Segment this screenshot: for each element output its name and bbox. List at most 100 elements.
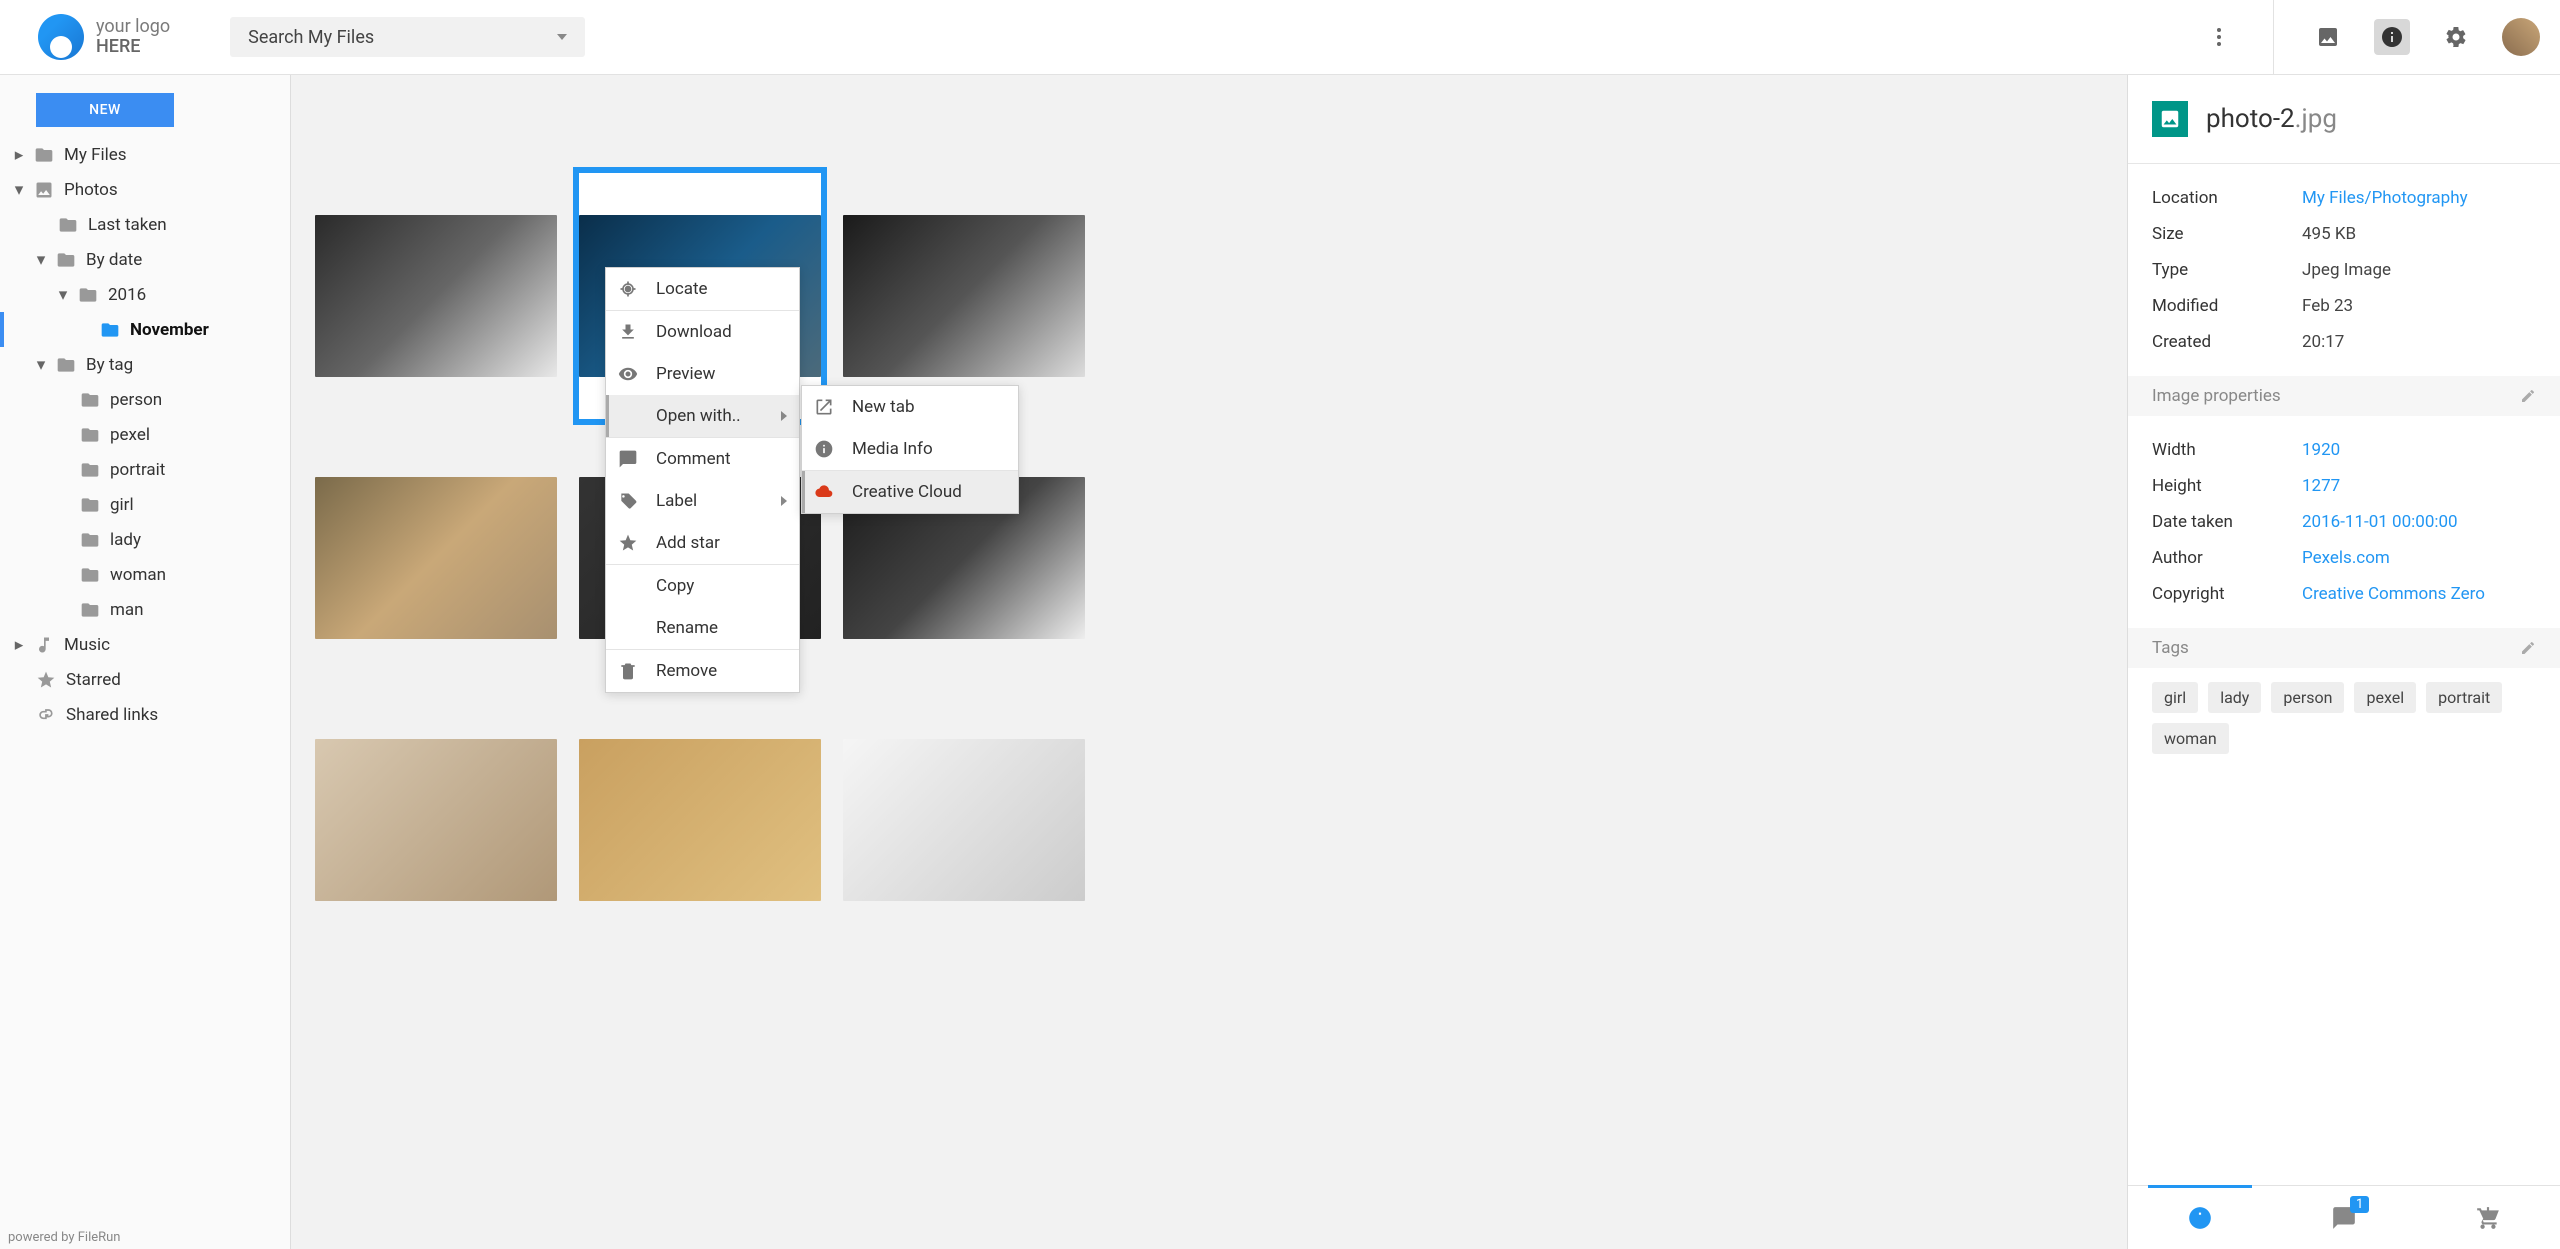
thumbnail[interactable]	[315, 477, 557, 639]
tab-cart[interactable]	[2416, 1186, 2560, 1249]
file-grid: Locate Download Preview Open with.. Comm…	[290, 75, 2128, 1249]
details-image-props: Width1920 Height1277 Date taken2016-11-0…	[2128, 416, 2560, 628]
sidebar-item-tag-person[interactable]: person	[0, 382, 290, 417]
submenu-new-tab[interactable]: New tab	[802, 386, 1018, 428]
creative-cloud-icon	[814, 482, 834, 502]
tag-chip[interactable]: woman	[2152, 723, 2229, 754]
sidebar-item-music[interactable]: ▸Music	[0, 627, 290, 662]
thumbnail[interactable]	[843, 739, 1085, 901]
sidebar-item-last-taken[interactable]: Last taken	[0, 207, 290, 242]
folder-icon	[34, 145, 54, 165]
menu-open-with[interactable]: Open with..	[606, 395, 799, 437]
tag-chip[interactable]: lady	[2208, 682, 2261, 713]
thumbnail[interactable]	[315, 215, 557, 377]
sidebar-item-my-files[interactable]: ▸My Files	[0, 137, 290, 172]
tab-comments[interactable]: 1	[2272, 1186, 2416, 1249]
image-icon	[34, 180, 54, 200]
folder-icon	[80, 495, 100, 515]
info-panel-button[interactable]	[2374, 19, 2410, 55]
folder-icon	[100, 320, 120, 340]
star-icon	[36, 670, 56, 690]
image-icon	[2316, 25, 2340, 49]
menu-copy[interactable]: Copy	[606, 565, 799, 607]
section-tags[interactable]: Tags	[2128, 628, 2560, 668]
file-type-icon	[2152, 101, 2188, 137]
submenu-creative-cloud[interactable]: Creative Cloud	[802, 471, 1018, 513]
search-input[interactable]: Search My Files	[230, 17, 585, 57]
image-view-button[interactable]	[2310, 19, 2346, 55]
folder-icon	[56, 355, 76, 375]
sidebar-item-tag-man[interactable]: man	[0, 592, 290, 627]
thumbnail[interactable]	[843, 215, 1085, 377]
sidebar-item-by-date[interactable]: ▾By date	[0, 242, 290, 277]
file-name: photo-2.jpg	[2206, 104, 2337, 134]
context-menu: Locate Download Preview Open with.. Comm…	[605, 267, 800, 693]
details-panel: photo-2.jpg LocationMy Files/Photography…	[2128, 75, 2560, 1249]
sidebar-item-tag-pexel[interactable]: pexel	[0, 417, 290, 452]
logo[interactable]: your logo HERE	[38, 14, 170, 60]
edit-icon[interactable]	[2520, 640, 2536, 656]
menu-rename[interactable]: Rename	[606, 607, 799, 649]
sidebar-item-starred[interactable]: Starred	[0, 662, 290, 697]
tag-chip[interactable]: pexel	[2354, 682, 2416, 713]
folder-icon	[58, 215, 78, 235]
music-icon	[34, 635, 54, 655]
sidebar-item-tag-woman[interactable]: woman	[0, 557, 290, 592]
external-link-icon	[814, 397, 834, 417]
comment-badge: 1	[2350, 1196, 2369, 1213]
details-tabs: 1	[2128, 1185, 2560, 1249]
folder-icon	[80, 460, 100, 480]
sidebar-item-tag-lady[interactable]: lady	[0, 522, 290, 557]
comment-icon	[618, 449, 638, 469]
sidebar-item-photos[interactable]: ▾Photos	[0, 172, 290, 207]
avatar[interactable]	[2502, 18, 2540, 56]
edit-icon[interactable]	[2520, 388, 2536, 404]
app-header: your logo HERE Search My Files	[0, 0, 2560, 75]
folder-icon	[80, 600, 100, 620]
context-submenu-open-with: New tab Media Info Creative Cloud	[801, 385, 1019, 514]
settings-button[interactable]	[2438, 19, 2474, 55]
trash-icon	[618, 661, 638, 681]
folder-icon	[80, 565, 100, 585]
tag-icon	[618, 491, 638, 511]
powered-by: powered by FileRun	[0, 1226, 290, 1249]
menu-preview[interactable]: Preview	[606, 353, 799, 395]
menu-download[interactable]: Download	[606, 311, 799, 353]
menu-locate[interactable]: Locate	[606, 268, 799, 310]
details-basic: LocationMy Files/Photography Size495 KB …	[2128, 164, 2560, 376]
chevron-right-icon	[781, 491, 787, 511]
tag-chip[interactable]: person	[2271, 682, 2344, 713]
menu-remove[interactable]: Remove	[606, 650, 799, 692]
submenu-media-info[interactable]: Media Info	[802, 428, 1018, 470]
gear-icon	[2444, 25, 2468, 49]
sidebar-item-tag-girl[interactable]: girl	[0, 487, 290, 522]
menu-comment[interactable]: Comment	[606, 438, 799, 480]
folder-icon	[78, 285, 98, 305]
logo-icon	[38, 14, 84, 60]
menu-label[interactable]: Label	[606, 480, 799, 522]
thumbnail[interactable]	[579, 739, 821, 901]
new-button[interactable]: NEW	[36, 93, 174, 127]
chevron-right-icon	[781, 406, 787, 426]
download-icon	[618, 322, 638, 342]
more-button[interactable]	[2201, 19, 2237, 55]
sidebar-item-2016[interactable]: ▾2016	[0, 277, 290, 312]
chevron-down-icon[interactable]	[557, 34, 567, 40]
menu-add-star[interactable]: Add star	[606, 522, 799, 564]
sidebar-item-november[interactable]: November	[0, 312, 290, 347]
sidebar-item-tag-portrait[interactable]: portrait	[0, 452, 290, 487]
folder-icon	[56, 250, 76, 270]
sidebar-item-by-tag[interactable]: ▾By tag	[0, 347, 290, 382]
tag-chip[interactable]: girl	[2152, 682, 2198, 713]
location-link[interactable]: My Files/Photography	[2302, 188, 2468, 208]
sidebar-item-shared-links[interactable]: Shared links	[0, 697, 290, 732]
info-circle-icon	[814, 439, 834, 459]
info-circle-icon	[2380, 25, 2404, 49]
info-icon	[2187, 1205, 2213, 1231]
eye-icon	[618, 364, 638, 384]
section-image-properties[interactable]: Image properties	[2128, 376, 2560, 416]
tab-info[interactable]	[2128, 1186, 2272, 1249]
tag-chip[interactable]: portrait	[2426, 682, 2502, 713]
folder-icon	[80, 390, 100, 410]
thumbnail[interactable]	[315, 739, 557, 901]
